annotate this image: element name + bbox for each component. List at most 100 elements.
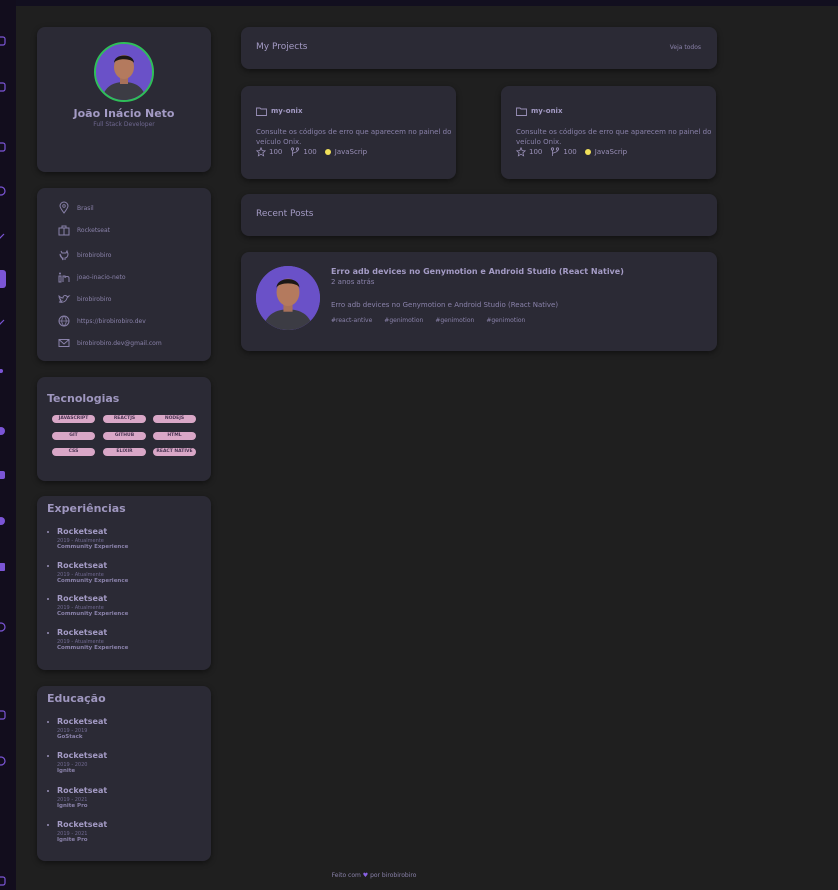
experience-org: Rocketseat [57, 628, 108, 637]
post-time: 2 anos atrás [331, 278, 375, 286]
info-website-text[interactable]: https://birobirobiro.dev [77, 318, 146, 325]
bullet [47, 721, 49, 723]
profile-role: Full Stack Developer [93, 121, 155, 128]
projects-title: My Projects [256, 42, 308, 52]
education-card: Educação Rocketseat 2019 - 2019 GoStack … [37, 686, 211, 861]
info-twitter[interactable]: birobirobiro [57, 292, 111, 306]
info-github[interactable]: birobirobiro [57, 248, 111, 262]
dock-app-icon[interactable] [0, 426, 6, 436]
info-email-text[interactable]: birobirobiro.dev@gmail.com [77, 340, 162, 347]
project-name[interactable]: my-onix [531, 107, 562, 115]
fork-icon [551, 147, 560, 156]
tech-tag: ELIXIR [103, 448, 146, 456]
profile-card: João Inácio Neto Full Stack Developer [37, 27, 211, 172]
footer-suffix: por birobirobiro [370, 872, 417, 879]
project-description: Consulte os códigos de erro que aparecem… [516, 128, 712, 146]
dock-app-icon[interactable] [0, 516, 6, 526]
bullet [47, 565, 49, 567]
avatar[interactable] [94, 42, 154, 102]
project-language: JavaScrip [334, 148, 368, 156]
bullet [47, 755, 49, 757]
info-location-text: Brasil [77, 204, 94, 212]
dock-app-icon[interactable] [0, 756, 6, 766]
dock-app-icon[interactable] [0, 710, 6, 720]
post-tag[interactable]: #genimotion [384, 317, 423, 324]
dock-app-icon[interactable] [0, 470, 6, 480]
project-card[interactable]: my-onix Consulte os códigos de erro que … [501, 86, 716, 179]
experience-role: Community Experience [57, 611, 129, 617]
profile-name: João Inácio Neto [73, 107, 175, 120]
star-icon [256, 147, 266, 157]
info-twitter-text[interactable]: birobirobiro [77, 296, 111, 303]
bullet [47, 790, 49, 792]
experience-org: Rocketseat [57, 527, 108, 536]
mail-icon [58, 339, 70, 347]
post-tags: #react-antive #genimotion #genimotion #g… [331, 317, 537, 324]
project-meta: 100 100 JavaScrip [256, 147, 375, 157]
education-course: GoStack [57, 734, 83, 740]
post-tag[interactable]: #genimotion [486, 317, 525, 324]
globe-icon [58, 315, 70, 327]
bullet [47, 824, 49, 826]
experience-role: Community Experience [57, 544, 129, 550]
dock-app-icon[interactable] [0, 186, 6, 196]
project-name[interactable]: my-onix [271, 107, 302, 115]
footer: Feito com ♥ por birobirobiro [0, 872, 748, 879]
post-title[interactable]: Erro adb devices no Genymotion e Android… [331, 267, 624, 276]
tech-tag: HTML [153, 432, 196, 440]
tech-tag: CSS [52, 448, 95, 456]
project-language: JavaScrip [594, 148, 628, 156]
dock-app-icon[interactable] [0, 232, 6, 242]
info-linkedin-text[interactable]: joao-inacio-neto [77, 274, 126, 281]
education-course: Ignite [57, 768, 76, 774]
post-summary: Erro adb devices no Genymotion e Android… [331, 301, 559, 309]
education-org: Rocketseat [57, 717, 108, 726]
post-tag[interactable]: #react-antive [331, 317, 372, 324]
dock-app-icon[interactable] [0, 82, 6, 92]
folder-icon [516, 107, 527, 116]
info-company: Rocketseat [57, 223, 110, 237]
experience-role: Community Experience [57, 645, 129, 651]
project-forks: 100 [563, 148, 577, 156]
info-linkedin[interactable]: joao-inacio-neto [57, 270, 126, 284]
heart-icon: ♥ [362, 872, 369, 879]
education-course: Ignite Pro [57, 837, 88, 843]
language-dot [584, 149, 591, 155]
experience-org: Rocketseat [57, 561, 108, 570]
info-github-text[interactable]: birobirobiro [77, 252, 111, 259]
post-card[interactable]: Erro adb devices no Genymotion e Android… [241, 252, 717, 351]
project-card[interactable]: my-onix Consulte os códigos de erro que … [241, 86, 456, 179]
post-tag[interactable]: #genimotion [435, 317, 474, 324]
projects-header: My Projects Veja todos [241, 27, 717, 69]
technologies-title: Tecnologias [47, 392, 120, 405]
education-title: Educação [47, 692, 106, 705]
bullet [47, 632, 49, 634]
dock-app-icon[interactable] [0, 366, 6, 376]
star-icon [516, 147, 526, 157]
footer-prefix: Feito com [331, 872, 361, 879]
experiences-card: Experiências Rocketseat 2019 - Atualment… [37, 496, 211, 670]
dock-app-icon[interactable] [0, 142, 6, 152]
tech-tag: GITHUB [103, 432, 146, 440]
folder-icon [256, 107, 267, 116]
info-website[interactable]: https://birobirobiro.dev [57, 314, 146, 328]
language-dot [324, 149, 331, 155]
dock-active-indicator [0, 270, 6, 288]
tech-tag: JAVASCRIPT [52, 415, 95, 423]
twitter-icon [58, 294, 71, 303]
education-org: Rocketseat [57, 786, 108, 795]
dock-app-icon[interactable] [0, 36, 6, 46]
fork-icon [291, 147, 300, 156]
experience-role: Community Experience [57, 578, 129, 584]
info-email[interactable]: birobirobiro.dev@gmail.com [57, 336, 162, 350]
linkedin-icon [58, 272, 70, 283]
experiences-title: Experiências [47, 502, 126, 515]
bullet [47, 531, 49, 533]
education-course: Ignite Pro [57, 803, 88, 809]
see-all-link[interactable]: Veja todos [670, 44, 701, 51]
dock-app-icon[interactable] [0, 562, 6, 572]
project-meta: 100 100 JavaScrip [516, 147, 635, 157]
briefcase-icon [58, 225, 70, 236]
dock-app-icon[interactable] [0, 622, 6, 632]
dock-app-icon[interactable] [0, 318, 6, 328]
